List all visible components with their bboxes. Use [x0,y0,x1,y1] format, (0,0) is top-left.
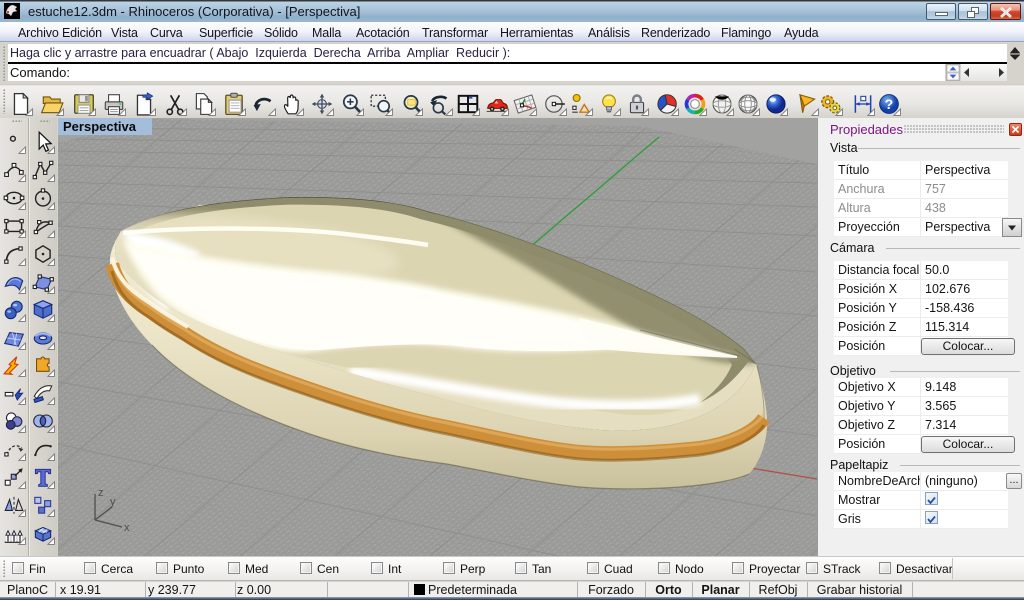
svg-text:x: x [124,522,130,534]
svg-text:y: y [110,496,116,508]
svg-text:?: ? [885,97,894,113]
svg-text:z: z [98,487,104,499]
